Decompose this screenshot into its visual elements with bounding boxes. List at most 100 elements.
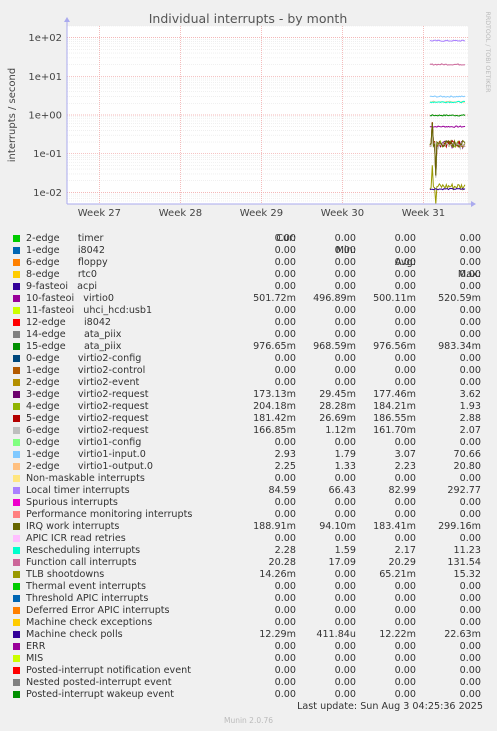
legend-avg-value: 186.55m [373, 413, 416, 424]
legend-max-value: 0.00 [459, 305, 481, 316]
legend-label: 2-edge timer [26, 233, 104, 244]
legend-row: Machine check polls 12.29m 411.84u 12.22m 22… [0, 629, 497, 641]
legend-max-value: 15.32 [453, 569, 481, 580]
legend-max-value: 0.00 [459, 257, 481, 268]
legend-row: 11-fasteoi uhci_hcd:usb1 0.00 0.00 0.00 0.00 [0, 305, 497, 317]
legend-max-value: 0.00 [459, 677, 481, 688]
legend-swatch [13, 439, 20, 446]
legend-avg-value: 0.00 [394, 665, 416, 676]
legend-swatch [13, 391, 20, 398]
legend-max-value: 2.07 [459, 425, 481, 436]
legend-max-value: 11.23 [453, 545, 481, 556]
legend-max-value: 20.80 [453, 461, 481, 472]
legend-row: Posted-interrupt notification event 0.00 0… [0, 665, 497, 677]
legend-row: IRQ work interrupts 188.91m 94.10m 183.41m 2… [0, 521, 497, 533]
legend-swatch [13, 271, 20, 278]
legend-max-value: 292.77 [447, 485, 481, 496]
legend-label: 11-fasteoi uhci_hcd:usb1 [26, 305, 153, 316]
legend-label: Rescheduling interrupts [26, 545, 141, 556]
legend-label: 0-edge virtio1-config [26, 437, 142, 448]
legend-avg-value: 0.00 [394, 533, 416, 544]
y-tick-label: 1e-01 [33, 149, 62, 160]
legend-swatch [13, 655, 20, 662]
legend-max-value: 70.66 [453, 449, 481, 460]
legend-avg-value: 0.00 [394, 257, 416, 268]
legend-avg-value: 2.17 [394, 545, 416, 556]
legend-avg-value: 0.00 [394, 689, 416, 700]
last-update: Last update: Sun Aug 3 04:25:36 2025 [297, 701, 483, 712]
legend-row: TLB shootdowns 14.26m 0.00 65.21m 15.32 [0, 569, 497, 581]
legend-avg-value: 183.41m [373, 521, 416, 532]
legend-max-value: 2.88 [459, 413, 481, 424]
legend-row: Deferred Error APIC interrupts 0.00 0.00 0.… [0, 605, 497, 617]
legend-max-value: 0.00 [459, 329, 481, 340]
legend-avg-value: 184.21m [373, 401, 416, 412]
legend-avg-value: 0.00 [394, 353, 416, 364]
legend-swatch [13, 691, 20, 698]
legend-label: 14-edge ata_piix [26, 329, 122, 340]
legend-avg-value: 0.00 [394, 305, 416, 316]
legend-swatch [13, 679, 20, 686]
legend-row: ERR 0.00 0.00 0.00 0.00 [0, 641, 497, 653]
legend-row: Rescheduling interrupts 2.28 1.59 2.17 11.23 [0, 545, 497, 557]
legend-swatch [13, 511, 20, 518]
legend-row: 15-edge ata_piix 976.65m 968.59m 976.56m 983… [0, 341, 497, 353]
legend-row: Local timer interrupts 84.59 66.43 82.99 292… [0, 485, 497, 497]
legend-max-value: 0.00 [459, 665, 481, 676]
legend-label: TLB shootdowns [26, 569, 105, 580]
legend-avg-value: 0.00 [394, 281, 416, 292]
legend-label: MIS [26, 653, 44, 664]
legend-max-value: 0.00 [459, 281, 481, 292]
legend-avg-value: 0.00 [394, 605, 416, 616]
legend-swatch [13, 619, 20, 626]
legend-swatch [13, 259, 20, 266]
legend-max-value: 0.00 [459, 269, 481, 280]
legend-row: 1-edge i8042 0.00 0.00 0.00 0.00 [0, 245, 497, 257]
legend-avg-value: 0.00 [394, 437, 416, 448]
legend-swatch [13, 499, 20, 506]
legend-max-value: 3.62 [459, 389, 481, 400]
legend-row: Performance monitoring interrupts 0.00 0.0… [0, 509, 497, 521]
legend-label: ERR [26, 641, 46, 652]
legend-avg-value: 0.00 [394, 365, 416, 376]
x-tick-label: Week 28 [159, 208, 202, 219]
legend-max-value: 983.34m [438, 341, 481, 352]
y-tick-label: 1e+02 [28, 33, 62, 44]
legend-label: Posted-interrupt notification event [26, 665, 191, 676]
legend-max-value: 0.00 [459, 233, 481, 244]
legend-row: Spurious interrupts 0.00 0.00 0.00 0.00 [0, 497, 497, 509]
legend-row: 0-edge virtio1-config 0.00 0.00 0.00 0.00 [0, 437, 497, 449]
legend-label: 6-edge virtio2-request [26, 425, 149, 436]
legend-max-value: 520.59m [438, 293, 481, 304]
legend-max-value: 0.00 [459, 509, 481, 520]
legend-row: 1-edge virtio1-input.0 2.93 1.79 3.07 70.66 [0, 449, 497, 461]
legend-max-value: 0.00 [459, 605, 481, 616]
legend-avg-value: 12.22m [379, 629, 416, 640]
legend-max-value: 131.54 [447, 557, 481, 568]
legend-swatch [13, 319, 20, 326]
legend-row: 4-edge virtio2-request 204.18m 28.28m 184.2… [0, 401, 497, 413]
y-axis-label: interrupts / second [7, 68, 18, 162]
legend-swatch [13, 535, 20, 542]
legend-max-value: 0.00 [459, 353, 481, 364]
legend-swatch [13, 583, 20, 590]
legend-row: 12-edge i8042 0.00 0.00 0.00 0.00 [0, 317, 497, 329]
legend-row: 2-edge virtio1-output.0 2.25 1.33 2.23 20.80 [0, 461, 497, 473]
legend-swatch [13, 547, 20, 554]
legend-label: Spurious interrupts [26, 497, 118, 508]
y-tick-label: 1e+01 [28, 72, 62, 83]
legend-table: Cur: Min: Avg: Max: 2-edge timer 0.00 0.00… [0, 221, 497, 701]
legend-max-value: 0.00 [459, 317, 481, 328]
legend-label: 1-edge virtio2-control [26, 365, 146, 376]
legend-label: Machine check polls [26, 629, 123, 640]
legend-label: Threshold APIC interrupts [26, 593, 149, 604]
legend-row: 0-edge virtio2-config 0.00 0.00 0.00 0.00 [0, 353, 497, 365]
legend-label: 12-edge i8042 [26, 317, 112, 328]
legend-row: 2-edge timer 0.00 0.00 0.00 0.00 [0, 233, 497, 245]
legend-row: Thermal event interrupts 0.00 0.00 0.00 0.00 [0, 581, 497, 593]
x-tick-label: Week 29 [240, 208, 283, 219]
legend-max-value: 0.00 [459, 377, 481, 388]
legend-label: Performance monitoring interrupts [26, 509, 193, 520]
legend-swatch [13, 595, 20, 602]
legend-avg-value: 0.00 [394, 269, 416, 280]
